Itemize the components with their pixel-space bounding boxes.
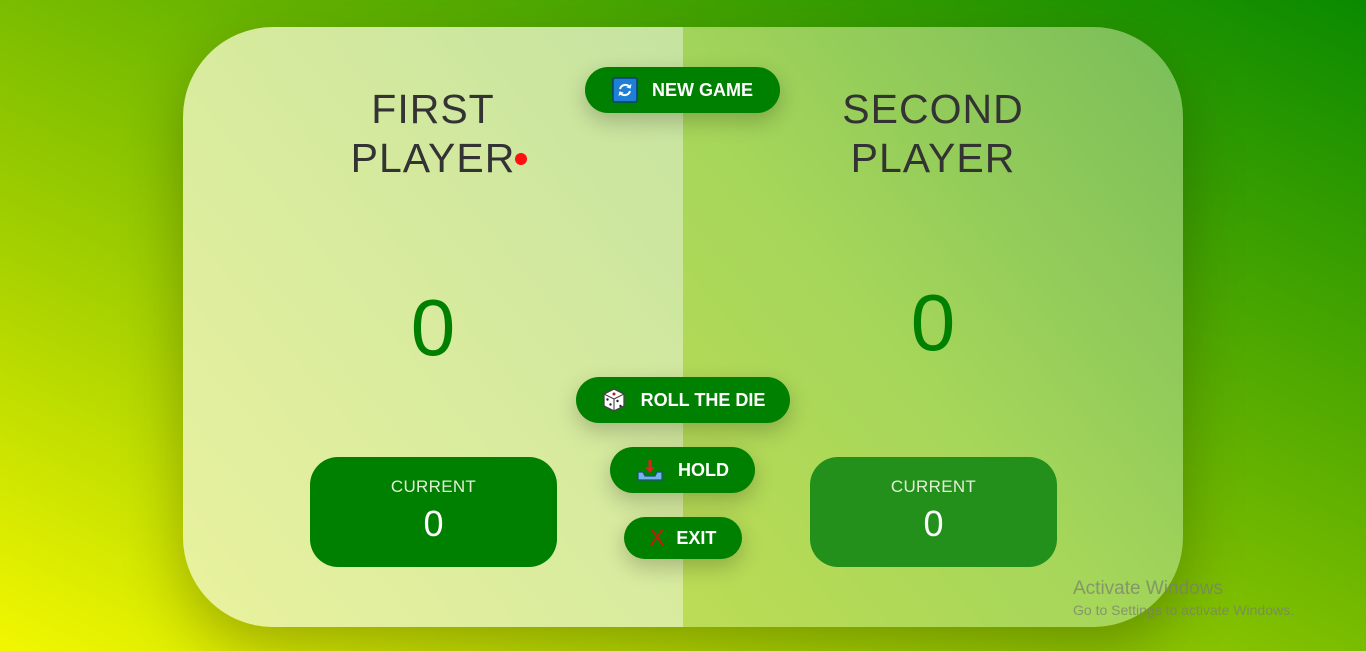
player-2-current-label: CURRENT	[890, 477, 977, 496]
windows-activation-watermark: Activate Windows Go to Settings to activ…	[1073, 578, 1294, 618]
player-2-total-score: 0	[910, 278, 956, 367]
roll-die-button[interactable]: ROLL THE DIE	[576, 377, 790, 423]
player-1-current-box: CURRENT 0	[310, 457, 557, 567]
inbox-tray-icon	[636, 458, 664, 482]
player-2-panel: SECOND PLAYER 0 CURRENT 0	[683, 27, 1183, 627]
player-2-name-line-2: PLAYER	[850, 135, 1016, 182]
active-player-indicator	[515, 153, 527, 165]
watermark-subtitle: Go to Settings to activate Windows.	[1073, 602, 1294, 618]
player-1-name-line-2: PLAYER	[350, 135, 516, 182]
player-2-current-box: CURRENT 0	[810, 457, 1057, 567]
player-1-current-label: CURRENT	[390, 477, 477, 496]
hold-button[interactable]: HOLD	[610, 447, 755, 493]
player-1-panel: FIRST PLAYER 0 CURRENT 0	[183, 27, 683, 627]
dice-icon	[601, 387, 627, 413]
roll-die-label: ROLL THE DIE	[640, 389, 766, 410]
player-2-name-line-1: SECOND	[842, 86, 1024, 132]
cross-icon: X	[649, 525, 665, 550]
watermark-title: Activate Windows	[1073, 578, 1223, 599]
exit-button[interactable]: X EXIT	[624, 517, 742, 559]
player-2-current-score: 0	[923, 503, 944, 544]
exit-label: EXIT	[676, 527, 717, 548]
player-1-current-score: 0	[423, 503, 444, 544]
new-game-label: NEW GAME	[652, 79, 753, 100]
player-1-name-line-1: FIRST	[371, 86, 495, 132]
player-1-total-score: 0	[410, 283, 456, 372]
refresh-icon	[612, 77, 638, 103]
new-game-button[interactable]: NEW GAME	[585, 67, 780, 113]
hold-label: HOLD	[678, 459, 729, 480]
